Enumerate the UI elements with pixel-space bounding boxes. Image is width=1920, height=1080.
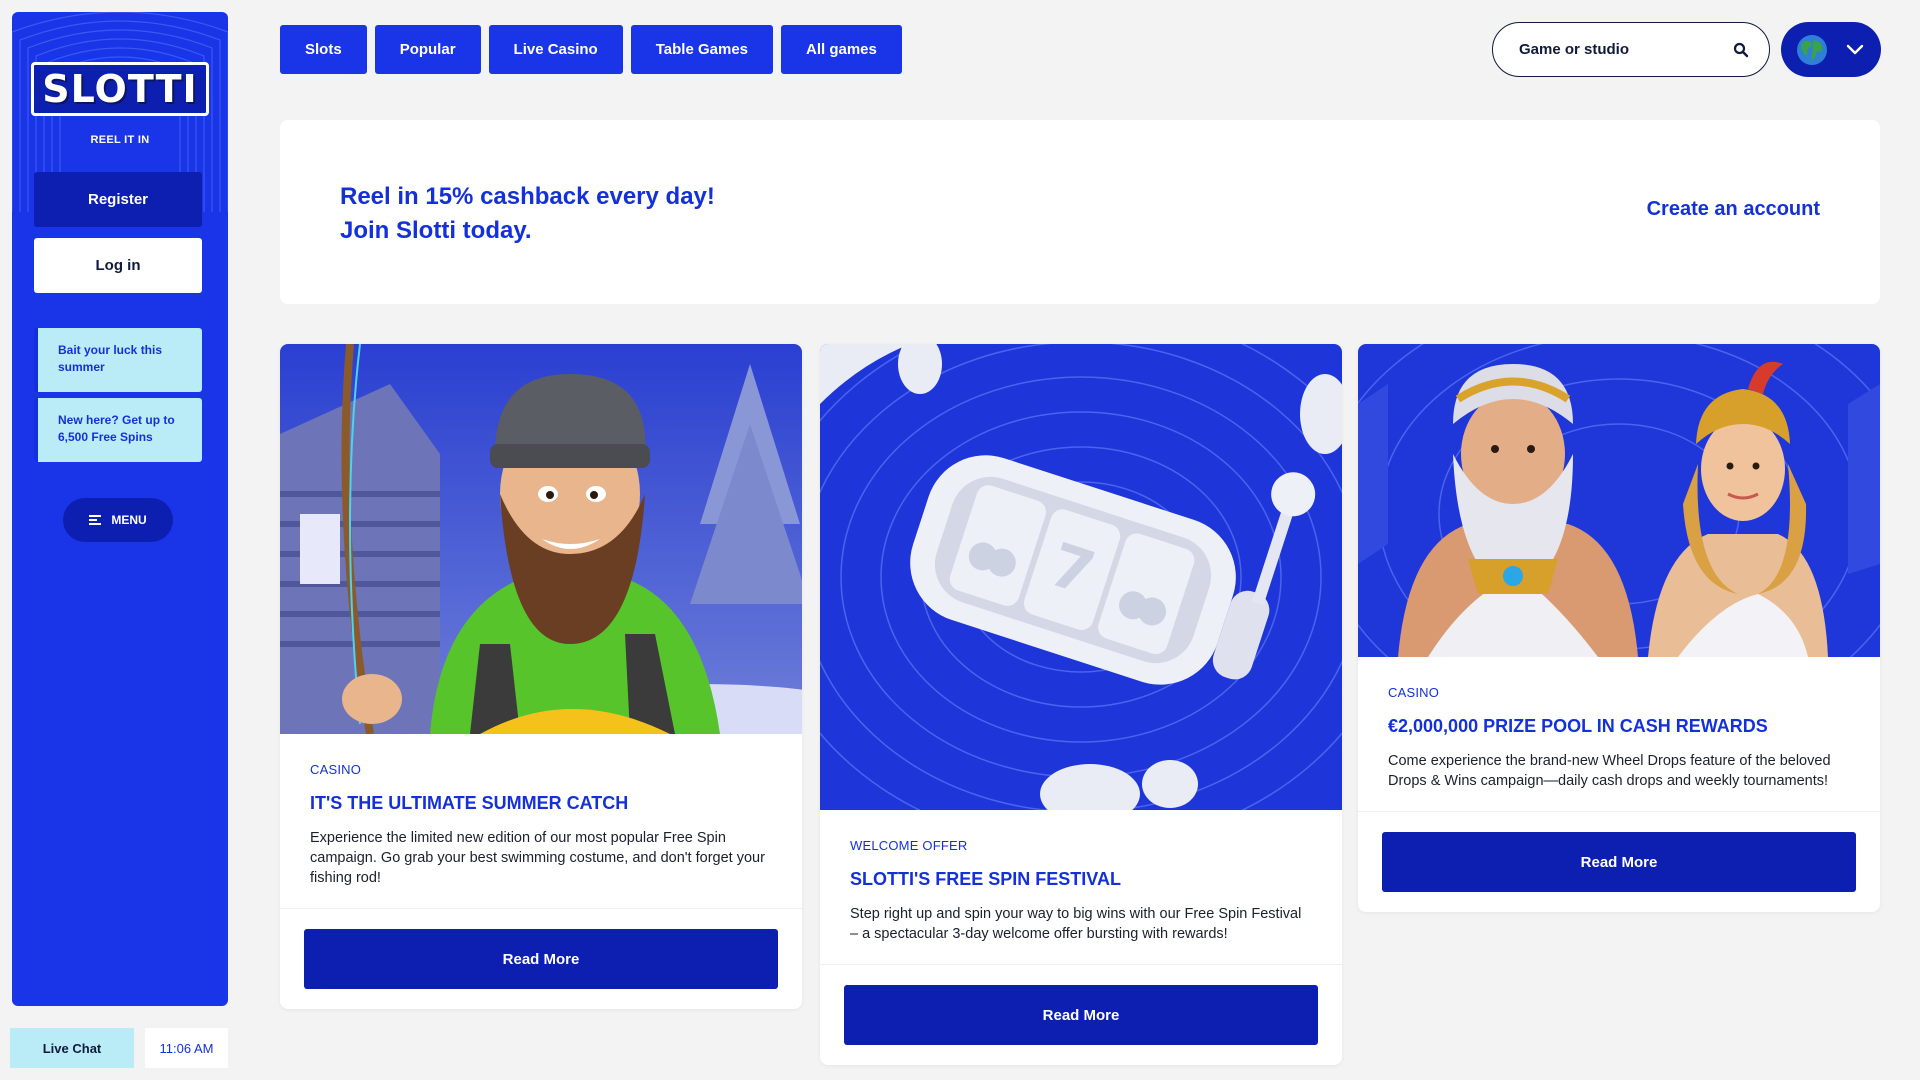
card-title: SLOTTI'S FREE SPIN FESTIVAL xyxy=(850,869,1121,889)
tab-live-casino[interactable]: Live Casino xyxy=(488,25,623,74)
promo-bait-your-luck[interactable]: Bait your luck this summer xyxy=(34,328,202,392)
card-divider xyxy=(280,908,802,909)
promo-card-prize-pool: CASINO €2,000,000 PRIZE POOL IN CASH REW… xyxy=(1358,344,1880,912)
card-description: Step right up and spin your way to big w… xyxy=(850,906,1302,942)
read-more-button[interactable]: Read More xyxy=(844,985,1318,1045)
card-category: CASINO xyxy=(1388,685,1440,700)
search-input[interactable]: Game or studio xyxy=(1492,22,1770,77)
clock: 11:06 AM xyxy=(145,1028,228,1068)
tab-all-games[interactable]: All games xyxy=(781,25,902,74)
tab-slots[interactable]: Slots xyxy=(280,25,367,74)
card-category: CASINO xyxy=(310,762,362,777)
game-category-tabs: Slots Popular Live Casino Table Games Al… xyxy=(280,25,902,74)
card-title: €2,000,000 PRIZE POOL IN CASH REWARDS xyxy=(1388,716,1768,736)
promo-label: New here? Get up to 6,500 Free Spins xyxy=(58,413,175,444)
promo-label: Bait your luck this summer xyxy=(58,343,163,374)
create-account-link[interactable]: Create an account xyxy=(1647,198,1820,221)
promo-image-gods[interactable] xyxy=(1358,344,1880,657)
menu-label: MENU xyxy=(111,513,147,527)
read-more-button[interactable]: Read More xyxy=(304,929,778,989)
card-description: Come experience the brand-new Wheel Drop… xyxy=(1388,753,1831,789)
read-more-button[interactable]: Read More xyxy=(1382,832,1856,892)
sidebar: SLOTTI REEL IT IN Register Log in Bait y… xyxy=(12,12,228,1006)
menu-button[interactable]: MENU xyxy=(63,498,173,542)
promo-card-free-spin-festival: 7 WELCOME OFFER SLOTTI'S FREE SPIN FESTI… xyxy=(820,344,1342,1065)
promo-image-fisherman[interactable] xyxy=(280,344,802,734)
register-button[interactable]: Register xyxy=(34,172,202,227)
slotti-logo[interactable]: SLOTTI xyxy=(31,62,209,116)
tagline: REEL IT IN xyxy=(90,134,150,146)
card-divider xyxy=(820,964,1342,965)
banner-headline: Reel in 15% cashback every day! xyxy=(340,183,715,210)
cashback-banner: Reel in 15% cashback every day! Join Slo… xyxy=(280,120,1880,304)
login-button[interactable]: Log in xyxy=(34,238,202,293)
chevron-down-icon xyxy=(1846,44,1864,54)
tab-table-games[interactable]: Table Games xyxy=(630,25,773,74)
tab-popular[interactable]: Popular xyxy=(374,25,481,74)
promo-card-summer-catch: CASINO IT'S THE ULTIMATE SUMMER CATCH Ex… xyxy=(280,344,802,1009)
card-description: Experience the limited new edition of ou… xyxy=(310,830,765,886)
search-icon[interactable] xyxy=(1733,42,1749,58)
card-title: IT'S THE ULTIMATE SUMMER CATCH xyxy=(310,793,629,813)
hamburger-icon xyxy=(89,513,102,527)
card-divider xyxy=(1358,811,1880,812)
live-chat-button[interactable]: Live Chat xyxy=(10,1028,134,1068)
promo-image-slot-machine[interactable]: 7 xyxy=(820,344,1342,810)
globe-icon xyxy=(1797,34,1827,65)
card-category: WELCOME OFFER xyxy=(850,838,968,853)
search-placeholder: Game or studio xyxy=(1519,41,1630,58)
banner-subline: Join Slotti today. xyxy=(340,217,532,244)
language-selector[interactable] xyxy=(1781,22,1881,77)
promo-free-spins[interactable]: New here? Get up to 6,500 Free Spins xyxy=(34,398,202,462)
